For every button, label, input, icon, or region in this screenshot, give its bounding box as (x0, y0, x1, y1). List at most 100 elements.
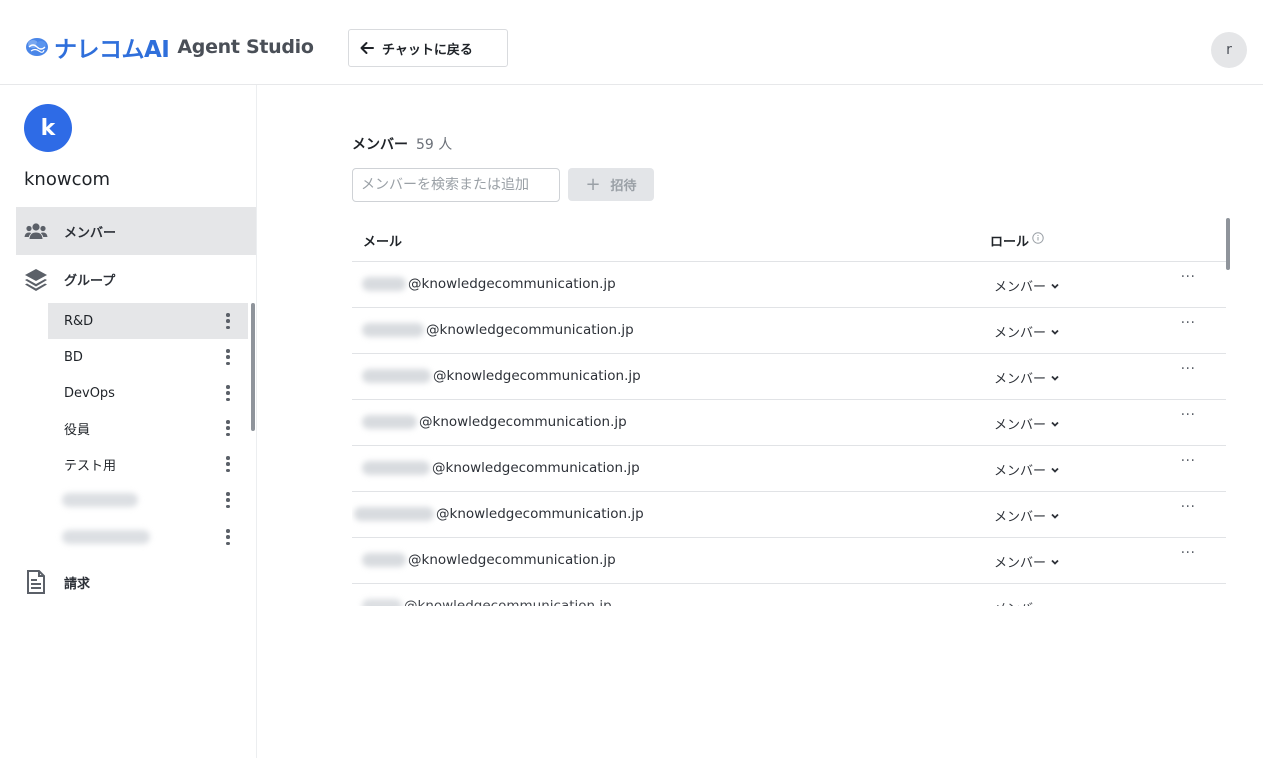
sidebar-item-billing-label: 請求 (64, 576, 91, 592)
chevron-down-icon (1051, 375, 1059, 381)
redacted-group-name (62, 530, 150, 544)
kebab-menu-icon[interactable] (226, 385, 230, 401)
brain-logo-icon (26, 38, 48, 56)
arrow-left-icon (360, 42, 374, 54)
table-row: @knowledgecommunication.jp メンバー ··· (352, 446, 1226, 492)
chevron-down-icon (1051, 559, 1059, 565)
members-table: メール ロール @knowledgecommunication.jp メンバー … (352, 216, 1226, 606)
group-item-label: BD (64, 349, 83, 365)
logo-jp-text: ナレコムAI (54, 37, 170, 63)
logo-en-text: Agent Studio (177, 36, 314, 58)
table-row: @knowledgecommunication.jp メンバー ··· (352, 308, 1226, 354)
role-select[interactable]: メンバー (994, 368, 1060, 387)
sidebar-item-members-label: メンバー (64, 225, 117, 241)
role-select[interactable]: メンバー (994, 460, 1060, 479)
table-header-row: メール ロール (352, 216, 1226, 262)
member-search-input[interactable] (352, 168, 560, 202)
group-item-executives[interactable]: 役員 (48, 410, 248, 446)
role-value: メンバー (994, 372, 1047, 387)
table-row: @knowledgecommunication.jp メンバー ··· (352, 492, 1226, 538)
sidebar-scrollbar[interactable] (251, 303, 255, 431)
plus-icon: + (585, 173, 601, 195)
kebab-menu-icon[interactable] (226, 529, 230, 545)
sidebar-item-groups-label: グループ (64, 273, 116, 289)
main-scrollbar[interactable] (1226, 218, 1230, 270)
email-domain: @knowledgecommunication.jp (408, 276, 616, 292)
group-item-label: R&D (64, 313, 94, 329)
group-item-label: DevOps (64, 385, 115, 401)
row-more-button[interactable]: ··· (1178, 408, 1198, 428)
role-select[interactable]: メンバー (994, 414, 1060, 433)
row-more-button[interactable]: ··· (1178, 362, 1198, 382)
role-select[interactable]: メンバー (994, 598, 1046, 606)
email-domain: @knowledgecommunication.jp (408, 552, 616, 568)
user-avatar[interactable]: r (1211, 32, 1247, 68)
role-select[interactable]: メンバー (994, 552, 1060, 571)
member-count: 59 人 (416, 137, 453, 153)
row-more-button[interactable]: ··· (1178, 546, 1198, 566)
chevron-down-icon (1051, 467, 1059, 473)
row-more-button[interactable]: ··· (1178, 500, 1198, 520)
invite-label: 招待 (610, 179, 637, 194)
role-value: メンバー (994, 510, 1047, 525)
table-row: @knowledgecommunication.jp メンバー ··· (352, 354, 1226, 400)
group-item-test[interactable]: テスト用 (48, 446, 248, 482)
redacted-email-user (362, 599, 402, 606)
info-icon[interactable] (1032, 232, 1044, 244)
group-item-redacted[interactable] (48, 482, 248, 518)
email-domain: @knowledgecommunication.jp (404, 598, 612, 606)
row-more-button[interactable]: ··· (1178, 454, 1198, 474)
role-value: メンバー (994, 556, 1047, 571)
role-select[interactable]: メンバー (994, 322, 1060, 341)
kebab-menu-icon[interactable] (226, 492, 230, 508)
redacted-group-name (62, 493, 138, 507)
org-avatar: k (24, 104, 72, 152)
kebab-menu-icon[interactable] (226, 420, 230, 436)
group-item-redacted[interactable] (48, 519, 248, 555)
table-row: @knowledgecommunication.jp メンバー ··· (352, 400, 1226, 446)
table-row: @knowledgecommunication.jp メンバー (352, 584, 1226, 606)
role-select[interactable]: メンバー (994, 506, 1060, 525)
app-header: ナレコムAI Agent Studio チャットに戻る r (0, 0, 1263, 85)
email-domain: @knowledgecommunication.jp (433, 368, 641, 384)
kebab-menu-icon[interactable] (226, 349, 230, 365)
sidebar-item-groups[interactable]: グループ (16, 255, 256, 303)
group-item-label: 役員 (64, 422, 91, 438)
users-icon (24, 219, 48, 243)
column-header-role: ロール (990, 235, 1030, 250)
chevron-down-icon (1051, 329, 1059, 335)
group-item-devops[interactable]: DevOps (48, 375, 248, 411)
email-domain: @knowledgecommunication.jp (426, 322, 634, 338)
sidebar-item-members[interactable]: メンバー (16, 207, 256, 255)
redacted-email-user (362, 277, 406, 291)
org-name: knowcom (24, 169, 111, 190)
page-title: メンバー (352, 137, 408, 153)
app-logo[interactable]: ナレコムAI Agent Studio (24, 30, 314, 64)
document-icon (24, 570, 48, 594)
email-domain: @knowledgecommunication.jp (432, 460, 640, 476)
table-row: @knowledgecommunication.jp メンバー ··· (352, 538, 1226, 584)
role-value: メンバー (994, 326, 1047, 341)
row-more-button[interactable]: ··· (1178, 270, 1198, 290)
kebab-menu-icon[interactable] (226, 456, 230, 472)
chevron-down-icon (1051, 421, 1059, 427)
role-select[interactable]: メンバー (994, 276, 1060, 295)
role-value: メンバー (994, 280, 1047, 295)
role-value: メンバー (994, 418, 1047, 433)
row-more-button[interactable]: ··· (1178, 316, 1198, 336)
group-item-rnd[interactable]: R&D (48, 303, 248, 339)
column-header-email: メール (363, 235, 403, 250)
role-value: メンバー (994, 464, 1047, 479)
redacted-email-user (362, 461, 430, 475)
group-item-bd[interactable]: BD (48, 339, 248, 375)
sidebar: k knowcom メンバー グループ R&D BD DevOps 役員 テスト… (0, 85, 257, 758)
redacted-email-user (362, 369, 431, 383)
sidebar-item-billing[interactable]: 請求 (16, 558, 256, 606)
table-row: @knowledgecommunication.jp メンバー ··· (352, 262, 1226, 308)
kebab-menu-icon[interactable] (226, 313, 230, 329)
back-to-chat-button[interactable]: チャットに戻る (348, 29, 508, 67)
invite-button[interactable]: + 招待 (568, 168, 654, 201)
chevron-down-icon (1051, 513, 1059, 519)
redacted-email-user (362, 415, 417, 429)
email-domain: @knowledgecommunication.jp (436, 506, 644, 522)
